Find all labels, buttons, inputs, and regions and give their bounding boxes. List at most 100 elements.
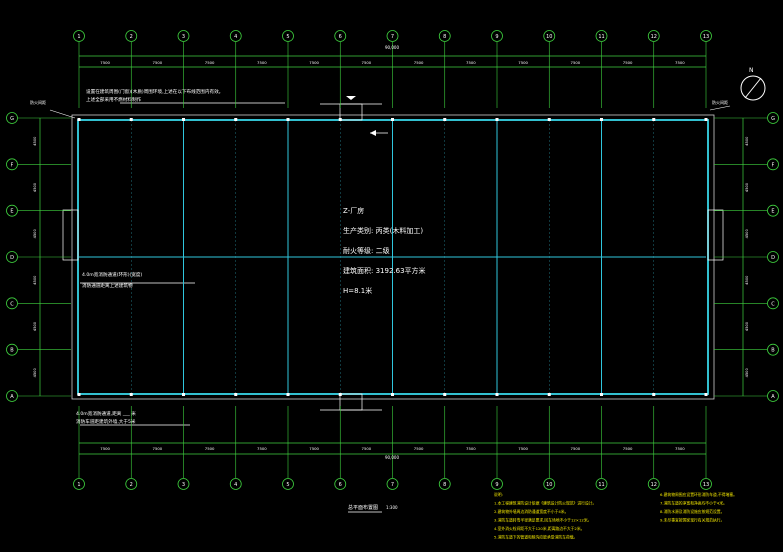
- side-door-left: [62, 209, 79, 261]
- bottom-dimension-2: 7500: [205, 446, 215, 451]
- axis-label-top-8: 8: [443, 34, 446, 40]
- column-bottom-7: [391, 393, 394, 396]
- bottom-dimension-7: 7500: [466, 446, 476, 451]
- top-dimension-5: 7500: [362, 60, 372, 65]
- top-dimension-11: 7500: [675, 60, 685, 65]
- column-bottom-5: [286, 393, 290, 396]
- column-top-1: [77, 118, 81, 121]
- left-dimension-1: 4500: [33, 182, 37, 192]
- right-dimension-1: 4500: [745, 182, 749, 192]
- top-dimension-8: 7500: [518, 60, 528, 65]
- axis-label-right-G: G: [771, 116, 775, 122]
- column-top-4: [234, 118, 238, 121]
- axis-label-bottom-13: 13: [703, 482, 709, 488]
- top-dimension-3: 7500: [257, 60, 267, 65]
- column-top-10: [547, 118, 551, 121]
- top-dimension-9: 7500: [571, 60, 581, 65]
- left-dimension-4: 4500: [33, 321, 37, 331]
- column-bottom-11: [600, 393, 603, 396]
- axis-label-left-E: E: [10, 209, 13, 215]
- column-top-3: [182, 118, 185, 121]
- bottom-dimension-11: 7500: [675, 446, 685, 451]
- top-dimension-0: 7500: [100, 60, 110, 65]
- column-bottom-12: [652, 393, 656, 396]
- axis-label-bottom-10: 10: [546, 482, 552, 488]
- axis-label-top-3: 3: [182, 34, 185, 40]
- axis-label-bottom-5: 5: [286, 482, 289, 488]
- top-dimension-7: 7500: [466, 60, 476, 65]
- column-bottom-1: [77, 393, 81, 396]
- svg-text:N: N: [749, 67, 754, 74]
- left-dimension-2: 4500: [33, 229, 37, 239]
- axis-label-left-G: G: [10, 116, 14, 122]
- axis-label-bottom-4: 4: [234, 482, 237, 488]
- right-dimension-3: 4500: [745, 275, 749, 285]
- axis-label-bottom-8: 8: [443, 482, 446, 488]
- bottom-dimension-5: 7500: [362, 446, 372, 451]
- bottom-dimension-10: 7500: [623, 446, 633, 451]
- axis-label-top-12: 12: [651, 34, 657, 40]
- axis-label-bottom-6: 6: [339, 482, 342, 488]
- axis-label-left-C: C: [10, 301, 14, 307]
- column-top-11: [600, 118, 603, 121]
- column-top-7: [391, 118, 394, 121]
- entrance-canopy-top: [320, 96, 382, 121]
- axis-label-left-F: F: [11, 162, 14, 168]
- axis-label-bottom-2: 2: [130, 482, 133, 488]
- column-top-6: [338, 118, 342, 121]
- axis-label-top-4: 4: [234, 34, 237, 40]
- right-dimension-0: 4500: [745, 136, 749, 146]
- entrance-canopy-bottom: [320, 393, 382, 411]
- top-dimension-4: 7500: [309, 60, 319, 65]
- column-bottom-6: [338, 393, 342, 396]
- top-dimension-2: 7500: [205, 60, 215, 65]
- column-bottom-4: [234, 393, 238, 396]
- north-arrow-icon: N: [740, 67, 766, 101]
- column-bottom-13: [704, 393, 708, 396]
- column-top-9: [495, 118, 499, 121]
- column-bottom-2: [129, 393, 133, 396]
- axis-label-top-5: 5: [286, 34, 289, 40]
- bottom-dimension-4: 7500: [309, 446, 319, 451]
- axis-label-bottom-3: 3: [182, 482, 185, 488]
- axis-label-right-E: E: [771, 209, 774, 215]
- cad-drawing-canvas: N 1 1 2 2 3 3 4 4 5 5 6 6 7 7 8 8 9 9 10 10 11: [0, 0, 783, 552]
- bottom-dimension-9: 7500: [571, 446, 581, 451]
- right-dimension-2: 4500: [745, 229, 749, 239]
- axis-label-top-2: 2: [130, 34, 133, 40]
- axis-label-top-9: 9: [495, 34, 498, 40]
- axis-label-right-C: C: [771, 301, 775, 307]
- axis-label-left-D: D: [10, 255, 14, 261]
- axis-label-top-7: 7: [391, 34, 394, 40]
- column-top-13: [704, 118, 708, 121]
- axis-label-right-A: A: [771, 394, 775, 400]
- left-dimension-0: 4500: [33, 136, 37, 146]
- axis-label-bottom-11: 11: [598, 482, 604, 488]
- column-bottom-8: [443, 393, 447, 396]
- axis-label-top-11: 11: [598, 34, 604, 40]
- bottom-dimension-3: 7500: [257, 446, 267, 451]
- axis-label-top-10: 10: [546, 34, 552, 40]
- top-dimension-6: 7500: [414, 60, 424, 65]
- axis-label-right-D: D: [771, 255, 775, 261]
- axis-label-left-B: B: [10, 348, 14, 354]
- axis-label-top-13: 13: [703, 34, 709, 40]
- arrow-marker: [370, 130, 388, 136]
- column-bottom-3: [182, 393, 185, 396]
- side-door-right: [707, 209, 724, 261]
- top-dimension-1: 7500: [153, 60, 163, 65]
- right-dimension-4: 4500: [745, 321, 749, 331]
- right-dimension-5: 4500: [745, 368, 749, 378]
- axis-label-bottom-1: 1: [77, 482, 80, 488]
- column-bottom-9: [495, 393, 499, 396]
- axis-label-top-1: 1: [77, 34, 80, 40]
- left-dimension-3: 4500: [33, 275, 37, 285]
- top-dimension-10: 7500: [623, 60, 633, 65]
- axis-label-right-B: B: [771, 348, 775, 354]
- column-bottom-10: [547, 393, 551, 396]
- axis-label-bottom-7: 7: [391, 482, 394, 488]
- bottom-dimension-1: 7500: [153, 446, 163, 451]
- column-top-2: [129, 118, 133, 121]
- axis-label-bottom-9: 9: [495, 482, 498, 488]
- axis-label-left-A: A: [10, 394, 14, 400]
